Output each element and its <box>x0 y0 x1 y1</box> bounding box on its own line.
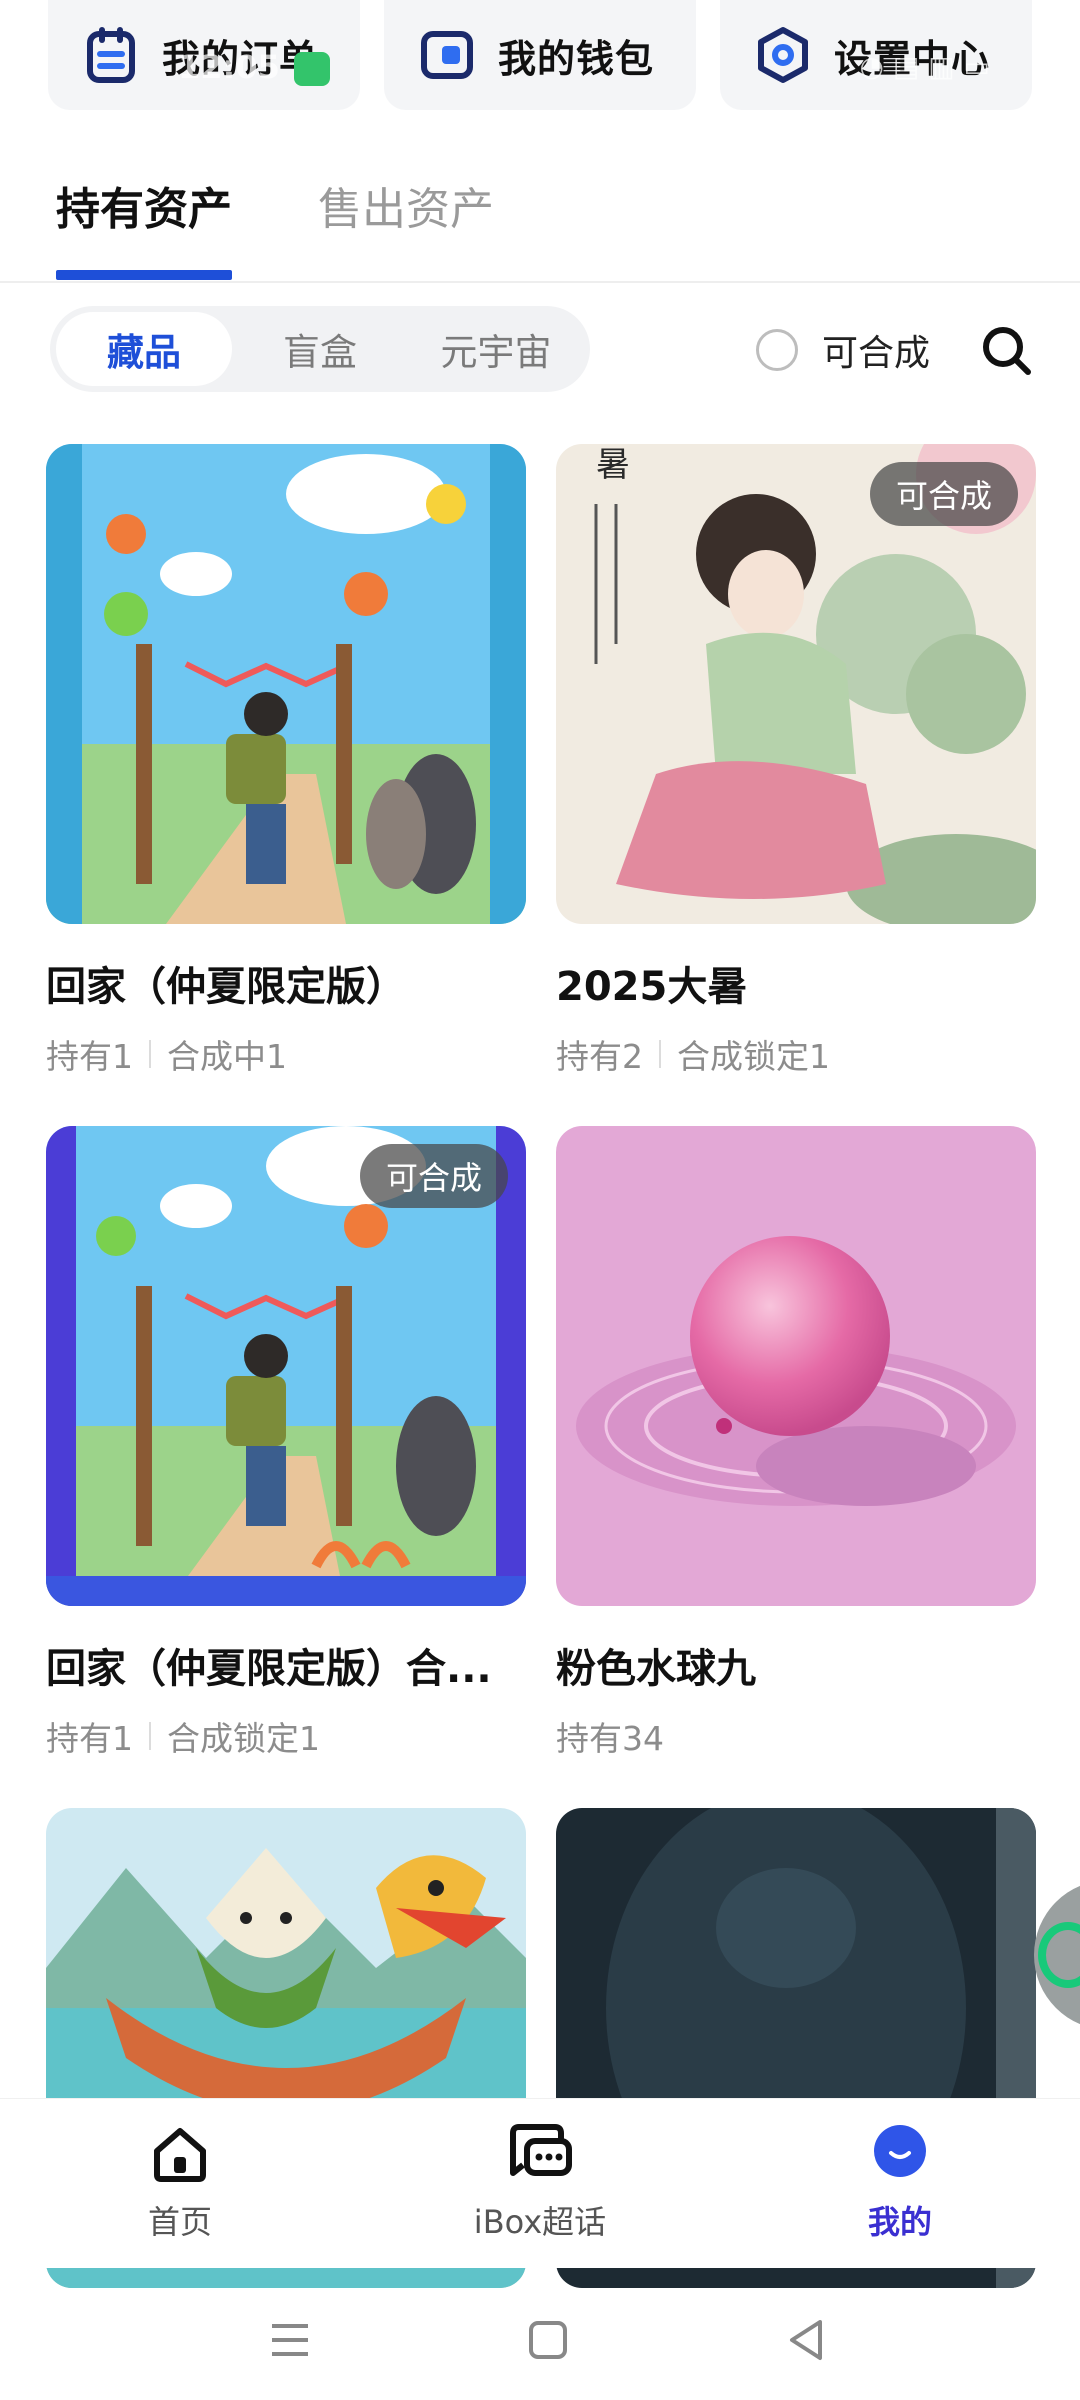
collectible-image-dashu: 暑 可合成 <box>556 444 1036 924</box>
collectible-card[interactable]: 可合成 回家（仲夏限定版）合... 持有1 合成锁定1 <box>46 1126 526 1760</box>
meta-divider <box>149 1040 151 1068</box>
home-square-icon[interactable] <box>518 2310 578 2370</box>
active-tab-indicator <box>56 270 232 280</box>
tab-holding-assets[interactable]: 持有资产 <box>56 170 232 280</box>
mergeable-radio[interactable] <box>756 329 798 371</box>
settings-hexagon-icon <box>758 27 808 83</box>
segment-metaverse[interactable]: 元宇宙 <box>408 312 584 386</box>
nav-home-label: 首页 <box>147 2203 212 2241</box>
holding-count: 持有34 <box>556 1719 664 1758</box>
painting-calligraphy: 暑 <box>596 445 630 485</box>
holding-count: 持有1 <box>46 1037 133 1076</box>
collectible-image-pink-balloon <box>556 1126 1036 1606</box>
my-wallet-button[interactable]: 我的钱包 <box>384 0 696 110</box>
back-triangle-icon[interactable] <box>776 2310 836 2370</box>
asset-tabs: 持有资产 售出资产 <box>56 170 494 280</box>
collectible-meta: 持有1 合成锁定1 <box>46 1712 526 1760</box>
home-icon <box>154 2128 206 2182</box>
collectible-meta: 持有34 <box>556 1712 1036 1760</box>
mergeable-badge: 可合成 <box>359 1144 508 1208</box>
meta-divider <box>659 1040 661 1068</box>
settings-center-button[interactable]: 设置中心 <box>720 0 1032 110</box>
bottom-navigation: 首页 iBox超话 我的 <box>0 2098 1080 2268</box>
collectible-card[interactable]: 粉色水球九 持有34 <box>556 1126 1036 1760</box>
order-calendar-icon <box>87 27 135 83</box>
tab-sold-assets-label: 售出资产 <box>318 184 494 235</box>
tabs-divider <box>0 281 1080 283</box>
profile-icon <box>874 2125 926 2177</box>
category-segment: 藏品 盲盒 元宇宙 <box>50 306 590 392</box>
assistant-ring-icon <box>1038 1922 1080 1988</box>
collectible-image-homecoming <box>46 444 526 924</box>
mergeable-badge: 可合成 <box>869 462 1018 526</box>
menu-icon[interactable] <box>260 2310 320 2370</box>
nav-ibox-topics-label: iBox超话 <box>473 2203 607 2241</box>
my-orders-button[interactable]: 我的订单 <box>48 0 360 110</box>
collectible-card[interactable]: 暑 可合成 2025大暑 持有2 合成锁定1 <box>556 444 1036 1078</box>
tab-holding-assets-label: 持有资产 <box>56 184 232 235</box>
meta-divider <box>149 1722 151 1750</box>
settings-center-label: 设置中心 <box>834 36 991 81</box>
collectible-title: 粉色水球九 <box>556 1646 756 1692</box>
nav-mine[interactable]: 我的 <box>780 2123 1020 2243</box>
holding-count: 持有2 <box>556 1037 643 1076</box>
collectible-meta: 持有1 合成中1 <box>46 1030 526 1078</box>
quick-links-row: 我的订单 我的钱包 设置中心 <box>48 0 1032 112</box>
wallet-icon <box>421 31 473 79</box>
collectible-title: 回家（仲夏限定版） <box>46 964 406 1010</box>
floating-assistant-button[interactable] <box>1034 1880 1080 2030</box>
nav-home[interactable]: 首页 <box>60 2123 300 2243</box>
nav-mine-label: 我的 <box>867 2203 932 2241</box>
merge-status: 合成中1 <box>167 1037 287 1076</box>
holding-count: 持有1 <box>46 1719 133 1758</box>
search-icon[interactable] <box>978 322 1034 378</box>
segment-blind-box[interactable]: 盲盒 <box>232 312 408 386</box>
collectible-title: 2025大暑 <box>556 964 748 1010</box>
my-orders-label: 我的订单 <box>162 36 319 81</box>
merge-status: 合成锁定1 <box>167 1719 320 1758</box>
chat-icon <box>510 2124 572 2176</box>
collectible-card[interactable]: 回家（仲夏限定版） 持有1 合成中1 <box>46 444 526 1078</box>
mergeable-label: 可合成 <box>822 333 931 374</box>
collectible-title: 回家（仲夏限定版）合... <box>46 1646 492 1692</box>
nav-ibox-topics[interactable]: iBox超话 <box>420 2123 660 2243</box>
mergeable-filter[interactable]: 可合成 <box>756 322 930 378</box>
segment-collectibles[interactable]: 藏品 <box>56 312 232 386</box>
collectible-meta: 持有2 合成锁定1 <box>556 1030 1036 1078</box>
collectible-image-homecoming-merged: 可合成 <box>46 1126 526 1606</box>
my-wallet-label: 我的钱包 <box>498 36 655 81</box>
merge-status: 合成锁定1 <box>677 1037 830 1076</box>
system-navigation-bar <box>0 2280 1080 2400</box>
tab-sold-assets[interactable]: 售出资产 <box>318 170 494 280</box>
